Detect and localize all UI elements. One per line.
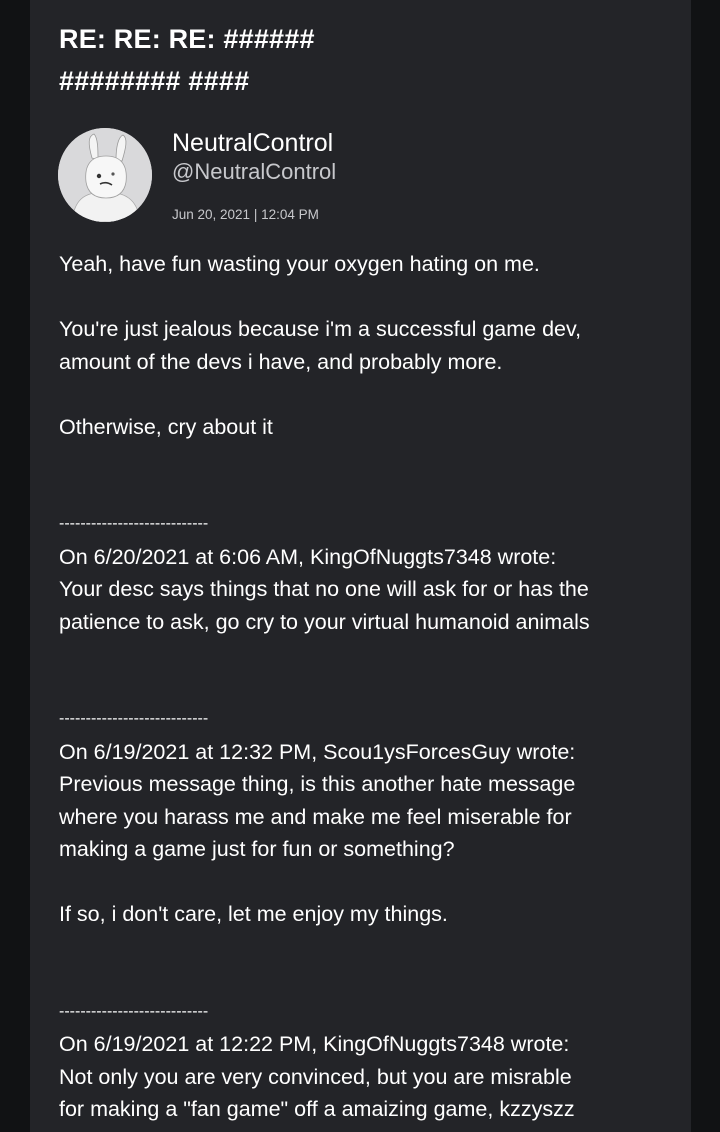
body-line: where you harass me and make me feel mis… bbox=[59, 804, 572, 829]
quote-separator: ---------------------------- bbox=[59, 1002, 209, 1020]
body-line: Yeah, have fun wasting your oxygen hatin… bbox=[59, 252, 540, 276]
quote-header: On 6/20/2021 at 6:06 AM, KingOfNuggts734… bbox=[59, 544, 557, 569]
sender-name[interactable]: NeutralControl bbox=[172, 127, 333, 159]
body-line bbox=[59, 443, 679, 476]
quote-header: On 6/19/2021 at 12:32 PM, Scou1ysForcesG… bbox=[59, 739, 576, 764]
body-line bbox=[59, 931, 679, 964]
body-line bbox=[59, 378, 679, 411]
avatar[interactable] bbox=[58, 128, 152, 222]
body-line: You're just jealous because i'm a succes… bbox=[59, 317, 582, 341]
body-line: patience to ask, go cry to your virtual … bbox=[59, 609, 590, 634]
message-subject: RE: RE: RE: ###### ######## #### bbox=[59, 18, 659, 102]
body-line bbox=[59, 476, 679, 509]
body-line: amount of the devs i have, and probably … bbox=[59, 349, 503, 374]
body-line: If so, i don't care, let me enjoy my thi… bbox=[59, 902, 448, 926]
body-line: Previous message thing, is this another … bbox=[59, 772, 576, 796]
body-line: Not only you are very convinced, but you… bbox=[59, 1064, 572, 1089]
message-body: Yeah, have fun wasting your oxygen hatin… bbox=[59, 248, 679, 1126]
quote-separator: ---------------------------- bbox=[59, 710, 209, 727]
body-line bbox=[59, 866, 679, 899]
body-line: Otherwise, cry about it bbox=[59, 414, 273, 439]
body-line bbox=[59, 963, 679, 996]
subject-line-2: ######## #### bbox=[59, 66, 250, 96]
sender-handle: @NeutralControl bbox=[172, 159, 337, 184]
body-line: for making a "fan game" off a amaizing g… bbox=[59, 1097, 575, 1121]
message-date: Jun 20, 2021 | 12:04 PM bbox=[172, 207, 319, 222]
body-line: Your desc says things that no one will a… bbox=[59, 577, 589, 601]
body-line bbox=[59, 281, 679, 314]
body-line: making a game just for fun or something? bbox=[59, 837, 455, 861]
body-line bbox=[59, 671, 679, 704]
quote-header: On 6/19/2021 at 12:22 PM, KingOfNuggts73… bbox=[59, 1032, 570, 1056]
avatar-image bbox=[58, 128, 152, 222]
subject-line-1: RE: RE: RE: ###### bbox=[59, 24, 315, 54]
body-line bbox=[59, 638, 679, 671]
quote-separator: ---------------------------- bbox=[59, 515, 209, 532]
